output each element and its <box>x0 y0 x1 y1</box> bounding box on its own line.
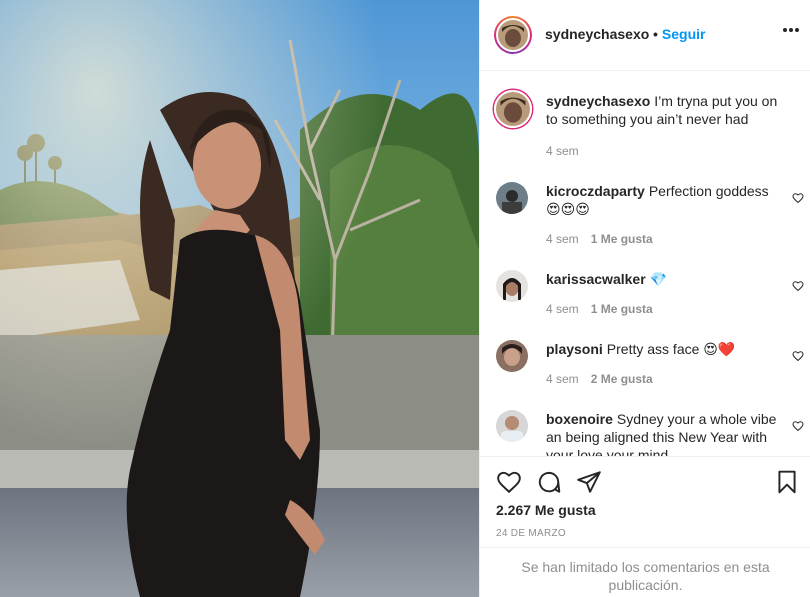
comment-likes[interactable]: 1 Me gusta <box>591 302 653 316</box>
comment-body: boxenoire Sydney your a whole vibe an bei… <box>546 410 786 456</box>
heart-icon[interactable] <box>792 350 804 362</box>
avatar-story-ring[interactable] <box>494 16 532 54</box>
avatar[interactable] <box>496 410 528 442</box>
comment-username[interactable]: playsoni <box>546 341 603 357</box>
likes-count[interactable]: 2.267 Me gusta <box>496 502 596 518</box>
comment-time[interactable]: 4 sem <box>546 302 579 316</box>
comments-limited-notice: Se han limitado los comentarios en esta … <box>480 547 810 597</box>
caption-body: sydneychasexo I’m tryna put you on to som… <box>546 92 786 128</box>
comment-username[interactable]: boxenoire <box>546 411 613 427</box>
comment-body: karissacwalker 💎 <box>546 270 786 288</box>
post-username[interactable]: sydneychasexo <box>545 26 649 42</box>
comment-meta: 4 sem 1 Me gusta <box>546 232 653 246</box>
comments-list[interactable]: sydneychasexo I’m tryna put you on to som… <box>480 72 810 456</box>
avatar[interactable] <box>494 90 532 128</box>
heart-icon[interactable] <box>496 469 522 495</box>
comment-body: playsoni Pretty ass face 😍❤️ <box>546 340 786 358</box>
heart-icon[interactable] <box>792 192 804 204</box>
follow-label: Seguir <box>661 26 706 42</box>
avatar[interactable] <box>496 270 528 302</box>
more-options-icon[interactable] <box>783 28 799 34</box>
comment-text: 💎 <box>649 271 668 287</box>
post-photo-image <box>0 0 479 597</box>
comment-time[interactable]: 4 sem <box>546 372 579 386</box>
post-photo[interactable] <box>0 0 479 597</box>
share-icon[interactable] <box>576 469 602 495</box>
comment-icon[interactable] <box>536 469 562 495</box>
comment-text: Pretty ass face 😍❤️ <box>606 341 736 357</box>
caption-username[interactable]: sydneychasexo <box>546 93 650 109</box>
comment-likes[interactable]: 2 Me gusta <box>591 372 653 386</box>
comment-body: kicroczdaparty Perfection goddess 😍😍😍 <box>546 182 786 218</box>
post-side-panel: sydneychasexo • Seguir sydneychasexo I’m t… <box>479 0 810 597</box>
comment-likes[interactable]: 1 Me gusta <box>591 232 653 246</box>
heart-icon[interactable] <box>792 280 804 292</box>
instagram-post: sydneychasexo • Seguir sydneychasexo I’m t… <box>0 0 810 597</box>
comment-meta: 4 sem 1 Me gusta <box>546 302 653 316</box>
bookmark-icon[interactable] <box>774 469 800 495</box>
comment-meta: 4 sem 2 Me gusta <box>546 372 653 386</box>
avatar[interactable] <box>496 182 528 214</box>
caption-time[interactable]: 4 sem <box>546 144 579 158</box>
post-header: sydneychasexo • Seguir <box>480 0 810 71</box>
follow-button[interactable]: • Seguir <box>653 26 705 42</box>
post-date[interactable]: 24 DE MARZO <box>496 528 566 539</box>
avatar[interactable] <box>496 340 528 372</box>
heart-icon[interactable] <box>792 420 804 432</box>
post-actions: 2.267 Me gusta 24 DE MARZO Se han limita… <box>480 456 810 597</box>
comment-time[interactable]: 4 sem <box>546 232 579 246</box>
comment-username[interactable]: karissacwalker <box>546 271 646 287</box>
avatar <box>498 20 528 50</box>
separator-dot: • <box>653 26 658 42</box>
comment-username[interactable]: kicroczdaparty <box>546 183 645 199</box>
